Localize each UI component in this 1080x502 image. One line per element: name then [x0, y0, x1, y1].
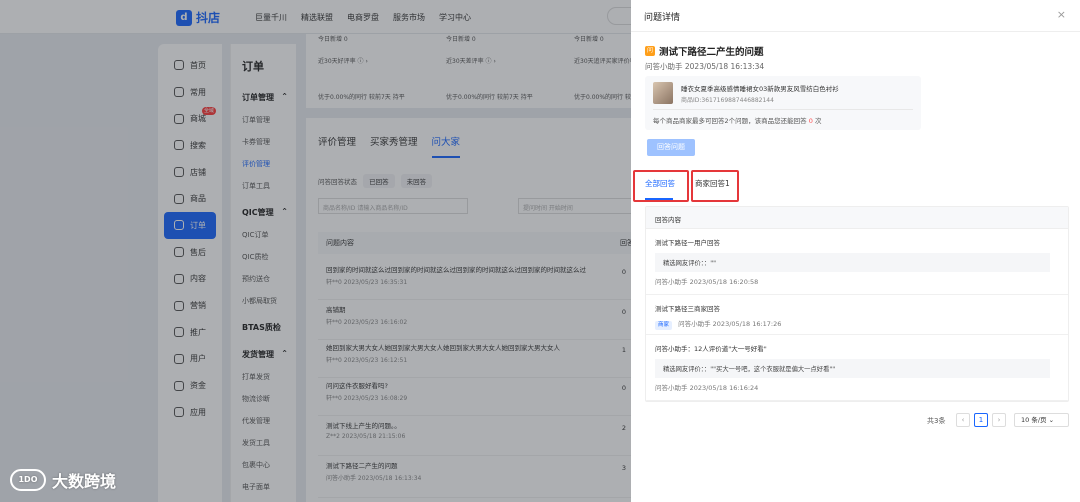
question-detail-drawer: 问题详情 × 问 测试下路径二产生的问题 问答小助手 2023/05/18 16… [631, 0, 1080, 502]
merchant-tag: 商家 [655, 321, 673, 330]
answer-list: 回答内容 测试下路径一用户回答 精选网友评价：："" 问答小助手 2023/05… [645, 206, 1069, 402]
answer-item: 问答小助手：12人评价道"大一号好看" 精选网友评价：：""买大一号吧，这个衣服… [646, 335, 1068, 401]
prev-page-button[interactable]: ‹ [956, 413, 970, 427]
answer-meta: 问答小助手 2023/05/18 16:20:58 [655, 278, 759, 286]
question-title: 问 测试下路径二产生的问题 [645, 44, 764, 58]
note-count: 0 [808, 117, 813, 125]
product-id: 商品ID:3617169887446882144 [681, 97, 774, 104]
answer-list-header: 回答内容 [646, 207, 1068, 229]
pagination-total: 共3条 [927, 417, 946, 425]
question-text: 测试下路径二产生的问题 [659, 47, 764, 58]
drawer-title: 问题详情 [644, 13, 681, 23]
answer-item: 测试下路径一用户回答 精选网友评价：："" 问答小助手 2023/05/18 1… [646, 229, 1068, 295]
answer-title: 问答小助手：12人评价道"大一号好看" [655, 345, 767, 353]
answer-item: 测试下路径三商家回答 商家 问答小助手 2023/05/18 16:17:26 [646, 295, 1068, 335]
answer-meta: 问答小助手 2023/05/18 16:16:24 [655, 384, 759, 392]
answer-title: 测试下路径一用户回答 [655, 239, 720, 247]
watermark-text: 大数跨境 [52, 472, 117, 491]
close-icon[interactable]: × [1057, 8, 1066, 21]
question-icon: 问 [645, 46, 655, 56]
note-suffix: 次 [814, 117, 822, 125]
product-name[interactable]: 睡衣女夏季高级感情睡裙女03新款男友风雪纺白色衬衫 [681, 83, 839, 93]
answer-meta-row: 商家 问答小助手 2023/05/18 16:17:26 [655, 318, 1059, 330]
answer-question-button[interactable]: 回答问题 [647, 139, 695, 156]
pagination: 共3条 ‹ 1 › 10 条/页 ⌄ [631, 412, 1080, 432]
product-thumbnail[interactable] [653, 82, 673, 104]
answer-meta: 问答小助手 2023/05/18 16:17:26 [678, 320, 782, 328]
divider [653, 109, 913, 110]
answer-limit-note: 每个商品商家最多可回答2个问题，该商品您还能回答 0 次 [653, 115, 821, 125]
drawer-header: 问题详情 × [631, 0, 1080, 32]
question-meta: 问答小助手 2023/05/18 16:13:34 [645, 62, 765, 71]
answer-quote: 精选网友评价：："" [655, 253, 1050, 272]
page-size-select[interactable]: 10 条/页 ⌄ [1014, 413, 1069, 427]
note-text: 每个商品商家最多可回答2个问题，该商品您还能回答 [653, 117, 807, 125]
highlight-box [633, 170, 689, 202]
answer-title: 测试下路径三商家回答 [655, 305, 720, 313]
watermark: 1DO 大数跨境 [10, 468, 116, 492]
watermark-logo-icon: 1DO [10, 469, 46, 491]
answer-quote: 精选网友评价：：""买大一号吧，这个衣服就是偏大一点好看"" [655, 359, 1050, 378]
page-1-button[interactable]: 1 [974, 413, 988, 427]
answer-tabs: 全部回答 商家回答1 [631, 170, 1080, 202]
modal-overlay[interactable] [0, 0, 631, 502]
product-info-box: 睡衣女夏季高级感情睡裙女03新款男友风雪纺白色衬衫 商品ID:361716988… [645, 76, 921, 130]
next-page-button[interactable]: › [992, 413, 1006, 427]
highlight-box [691, 170, 739, 202]
